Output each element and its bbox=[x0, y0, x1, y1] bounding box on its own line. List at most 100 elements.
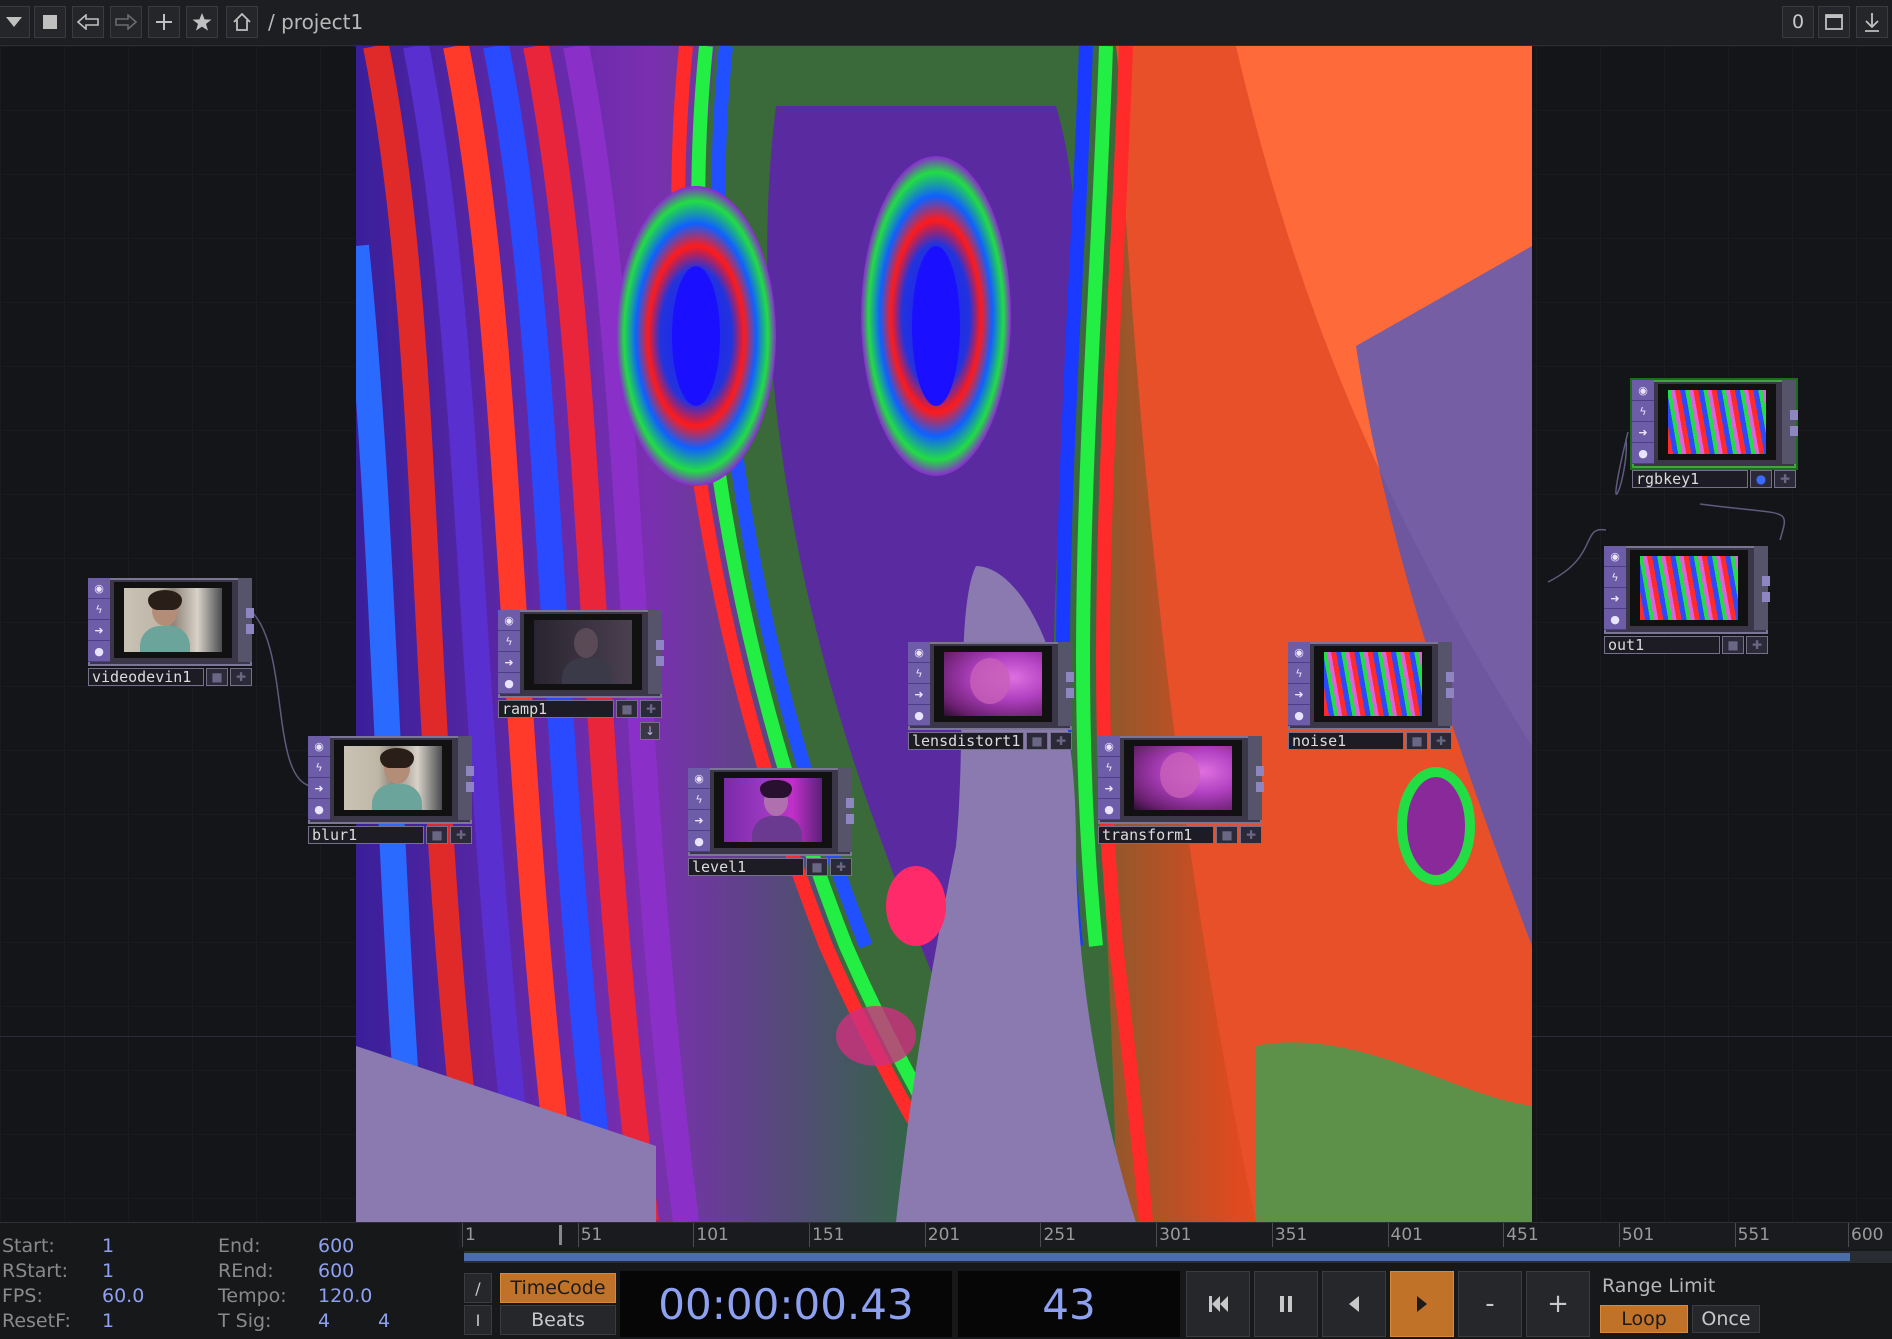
output-connector[interactable] bbox=[1790, 410, 1798, 420]
node-videodevin1[interactable]: ◉ ϟ ➜ ● videodevin1 ■ ✚ bbox=[88, 578, 254, 686]
node-label[interactable]: ramp1 bbox=[498, 700, 614, 718]
viewer-icon[interactable]: ◉ bbox=[1632, 380, 1654, 401]
once-button[interactable]: Once bbox=[1692, 1305, 1760, 1333]
playhead[interactable] bbox=[559, 1225, 563, 1245]
render-flag-icon[interactable]: ✚ bbox=[450, 826, 472, 844]
play-forward-icon[interactable] bbox=[1390, 1271, 1454, 1337]
node-blur1[interactable]: ◉ ϟ ➜ ● blur1 ■ ✚ bbox=[308, 736, 474, 844]
bypass-icon[interactable]: ϟ bbox=[688, 789, 710, 810]
node-rgbkey1[interactable]: ◉ ϟ ➜ ● rgbkey1 ● ✚ bbox=[1632, 380, 1798, 488]
arrow-icon[interactable]: ➜ bbox=[1288, 684, 1310, 705]
node-ramp1[interactable]: ◉ ϟ ➜ ● ramp1 ■ ✚ ↓ bbox=[498, 610, 664, 740]
lock-icon[interactable]: ● bbox=[908, 705, 930, 726]
render-flag-icon[interactable]: ✚ bbox=[1774, 470, 1796, 488]
download-icon[interactable] bbox=[1856, 6, 1888, 38]
tsig-numerator[interactable]: 4 bbox=[318, 1310, 330, 1332]
output-connector[interactable] bbox=[466, 782, 474, 792]
maximize-icon[interactable] bbox=[1818, 6, 1850, 38]
node-noise1[interactable]: ◉ ϟ ➜ ● noise1 ■ ✚ bbox=[1288, 642, 1454, 750]
tempo-value[interactable]: 120.0 bbox=[318, 1285, 372, 1307]
rend-value[interactable]: 600 bbox=[318, 1260, 354, 1282]
viewer-icon[interactable]: ◉ bbox=[88, 578, 110, 599]
node-label[interactable]: out1 bbox=[1604, 636, 1720, 654]
output-connector[interactable] bbox=[656, 640, 664, 650]
node-label[interactable]: lensdistort1 bbox=[908, 732, 1024, 750]
render-flag-icon[interactable]: ✚ bbox=[1240, 826, 1262, 844]
render-flag-icon[interactable]: ✚ bbox=[1430, 732, 1452, 750]
bypass-icon[interactable]: ϟ bbox=[498, 631, 520, 652]
viewer-icon[interactable]: ◉ bbox=[1604, 546, 1626, 567]
pause-icon[interactable] bbox=[1254, 1271, 1318, 1337]
arrow-icon[interactable]: ➜ bbox=[688, 810, 710, 831]
output-connector[interactable] bbox=[466, 766, 474, 776]
rstart-value[interactable]: 1 bbox=[102, 1260, 114, 1282]
output-connector[interactable] bbox=[846, 798, 854, 808]
viewer-icon[interactable]: ◉ bbox=[1098, 736, 1120, 757]
timeline-ruler[interactable]: 1 51 101 151 201 251 301 351 401 451 501 551 600 bbox=[458, 1223, 1892, 1249]
home-icon[interactable] bbox=[226, 6, 258, 38]
output-connector[interactable] bbox=[1256, 782, 1264, 792]
bypass-icon[interactable]: ϟ bbox=[1098, 757, 1120, 778]
display-flag-icon[interactable]: ■ bbox=[1722, 636, 1744, 654]
arrow-icon[interactable]: ➜ bbox=[1632, 422, 1654, 443]
bypass-icon[interactable]: ϟ bbox=[308, 757, 330, 778]
arrow-icon[interactable]: ➜ bbox=[308, 778, 330, 799]
output-connector[interactable] bbox=[656, 656, 664, 666]
node-label[interactable]: level1 bbox=[688, 858, 804, 876]
output-connector[interactable] bbox=[1446, 672, 1454, 682]
start-value[interactable]: 1 bbox=[102, 1235, 114, 1257]
display-flag-icon[interactable]: ■ bbox=[1216, 826, 1238, 844]
bypass-icon[interactable]: ϟ bbox=[88, 599, 110, 620]
display-flag-icon[interactable]: ■ bbox=[206, 668, 228, 686]
lock-icon[interactable]: ● bbox=[498, 673, 520, 694]
timecode-readout[interactable]: 00:00:00.43 bbox=[620, 1271, 952, 1337]
arrow-icon[interactable]: ➜ bbox=[498, 652, 520, 673]
node-level1[interactable]: ◉ ϟ ➜ ● level1 ■ ✚ bbox=[688, 768, 854, 876]
bar-toggle[interactable]: I bbox=[464, 1305, 492, 1335]
viewer-icon[interactable]: ◉ bbox=[1288, 642, 1310, 663]
render-flag-icon[interactable]: ✚ bbox=[230, 668, 252, 686]
menu-down-icon[interactable] bbox=[0, 6, 30, 38]
output-connector[interactable] bbox=[246, 608, 254, 618]
step-back-icon[interactable] bbox=[1322, 1271, 1386, 1337]
render-flag-icon[interactable]: ✚ bbox=[1746, 636, 1768, 654]
bypass-icon[interactable]: ϟ bbox=[908, 663, 930, 684]
node-out1[interactable]: ◉ ϟ ➜ ● out1 ■ ✚ bbox=[1604, 546, 1770, 654]
arrow-icon[interactable]: ➜ bbox=[908, 684, 930, 705]
viewer-icon[interactable]: ◉ bbox=[498, 610, 520, 631]
output-connector[interactable] bbox=[846, 814, 854, 824]
fps-value[interactable]: 60.0 bbox=[102, 1285, 144, 1307]
output-connector[interactable] bbox=[1256, 766, 1264, 776]
output-connector[interactable] bbox=[1790, 426, 1798, 436]
viewer-icon[interactable]: ◉ bbox=[908, 642, 930, 663]
output-connector[interactable] bbox=[246, 624, 254, 634]
render-flag-icon[interactable]: ✚ bbox=[640, 700, 662, 718]
output-connector[interactable] bbox=[1446, 688, 1454, 698]
end-value[interactable]: 600 bbox=[318, 1235, 354, 1257]
frame-readout[interactable]: 43 bbox=[958, 1271, 1180, 1337]
lock-icon[interactable]: ● bbox=[1604, 609, 1626, 630]
skip-to-start-icon[interactable] bbox=[1186, 1271, 1250, 1337]
slash-toggle[interactable]: / bbox=[464, 1273, 492, 1303]
network-editor[interactable]: ◉ ϟ ➜ ● videodevin1 ■ ✚ ◉ ϟ ➜ ● blur1 ■ … bbox=[0, 46, 1892, 1222]
bookmark-icon[interactable] bbox=[186, 6, 218, 38]
bypass-icon[interactable]: ϟ bbox=[1632, 401, 1654, 422]
arrow-icon[interactable]: ➜ bbox=[88, 620, 110, 641]
node-label[interactable]: noise1 bbox=[1288, 732, 1404, 750]
arrow-icon[interactable]: ➜ bbox=[1098, 778, 1120, 799]
display-flag-icon[interactable]: ■ bbox=[806, 858, 828, 876]
lock-icon[interactable]: ● bbox=[1288, 705, 1310, 726]
node-lensdistort1[interactable]: ◉ ϟ ➜ ● lensdistort1 ■ ✚ bbox=[908, 642, 1074, 750]
lock-icon[interactable]: ● bbox=[88, 641, 110, 662]
output-connector[interactable] bbox=[1066, 688, 1074, 698]
node-label[interactable]: transform1 bbox=[1098, 826, 1214, 844]
decrement-button[interactable]: - bbox=[1458, 1271, 1522, 1337]
loop-button[interactable]: Loop bbox=[1600, 1305, 1688, 1333]
output-connector[interactable] bbox=[1762, 592, 1770, 602]
timecode-button[interactable]: TimeCode bbox=[500, 1273, 616, 1303]
viewer-icon[interactable]: ◉ bbox=[688, 768, 710, 789]
download-arrow-icon[interactable]: ↓ bbox=[640, 722, 660, 740]
display-flag-icon[interactable]: ■ bbox=[1406, 732, 1428, 750]
display-flag-icon[interactable]: ■ bbox=[426, 826, 448, 844]
node-label[interactable]: videodevin1 bbox=[88, 668, 204, 686]
